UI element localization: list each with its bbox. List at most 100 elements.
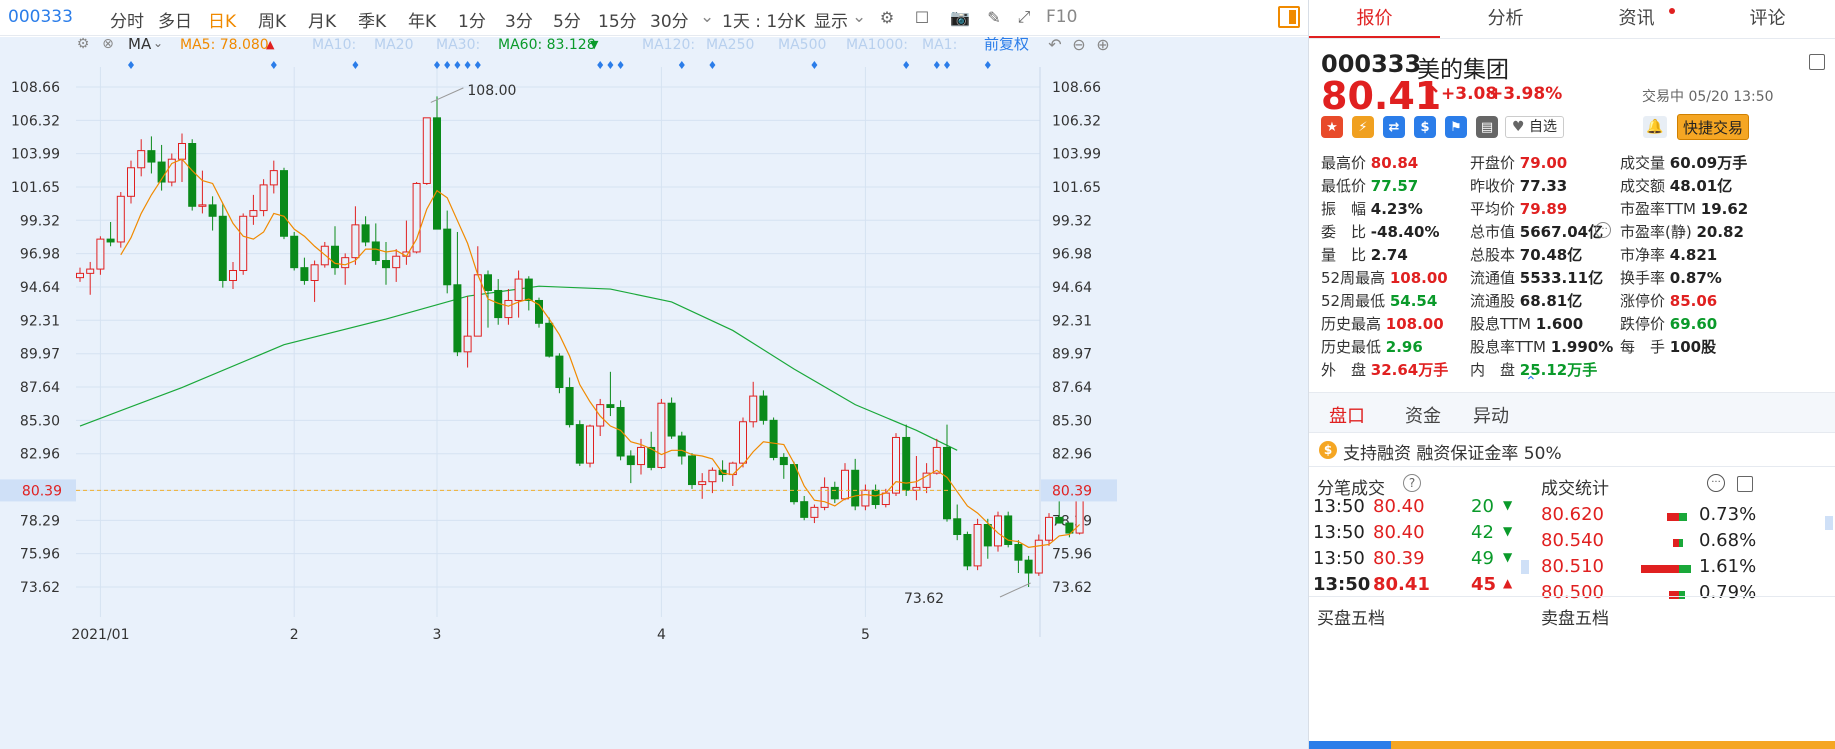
event-diamond <box>352 61 359 69</box>
quote-field: 总股本 70.48亿 <box>1470 244 1582 265</box>
event-diamond <box>444 61 451 69</box>
tab-quarterly-k[interactable]: 季K <box>358 7 386 32</box>
tab-15min[interactable]: 15分 <box>598 7 637 32</box>
camera-icon[interactable]: 📷 <box>948 6 972 28</box>
stats-scrollbar[interactable] <box>1825 516 1833 530</box>
expand-icon[interactable] <box>1737 476 1753 492</box>
trade-price: 80.40 <box>1373 496 1425 517</box>
candle-body <box>545 322 554 357</box>
period-dropdown[interactable]: 1天 : 1分K <box>722 7 805 32</box>
trade-price: 80.40 <box>1373 522 1425 543</box>
y-tick-label-left: 87.64 <box>20 380 60 396</box>
quote-field: 昨收价 77.33 <box>1470 175 1567 196</box>
trade-time: 13:50 <box>1313 574 1371 595</box>
quote-field-value: 108.00 <box>1389 269 1448 287</box>
tab-intraday[interactable]: 分时 <box>110 7 144 32</box>
quote-field-value: 20.82 <box>1696 223 1744 241</box>
chevron-down-icon[interactable]: ⌄ <box>700 7 714 27</box>
candle-body <box>626 455 635 466</box>
subtab-bar <box>1309 392 1835 432</box>
quote-field: 股息率TTM 1.990% <box>1470 336 1613 357</box>
help-icon[interactable]: ? <box>1403 474 1421 492</box>
tab-analysis[interactable]: 分析 <box>1440 0 1571 38</box>
quote-field-label: 涨停价 <box>1620 292 1670 310</box>
kline-svg[interactable]: 108.66 108.66 106.32 106.32 103.99 103.99 101.… <box>0 37 1308 749</box>
tab-multiday[interactable]: 多日 <box>158 7 192 32</box>
candle-body <box>800 501 809 518</box>
china-flag-icon[interactable]: ★ <box>1321 116 1343 138</box>
tab-3min[interactable]: 3分 <box>505 7 533 32</box>
settings-icon[interactable]: ⚙ <box>875 6 899 28</box>
chart-panel: 000333 分时 多日 日K 周K 月K 季K 年K 1分 3分 5分 15分… <box>0 0 1308 749</box>
candle-body <box>749 395 758 423</box>
stat-bar-sell <box>1679 539 1683 547</box>
stat-pct: 1.61% <box>1699 556 1757 577</box>
tab-monthly-k[interactable]: 月K <box>308 7 336 32</box>
more-icon[interactable]: ··· <box>1595 222 1611 238</box>
quote-field: 最低价 77.57 <box>1321 175 1418 196</box>
stat-bar-sell <box>1679 513 1687 521</box>
candle-body <box>463 335 472 353</box>
quick-trade-button[interactable]: 快捷交易 <box>1677 114 1749 140</box>
quote-field-value: -48.40% <box>1370 223 1440 241</box>
trade-volume: 45 <box>1471 574 1497 595</box>
quote-field-label: 52周最低 <box>1321 292 1390 310</box>
candle-body <box>453 284 462 353</box>
stat-bar-buy <box>1667 513 1679 521</box>
tab-daily-k[interactable]: 日K <box>208 7 236 32</box>
quote-field-value: 60.09万手 <box>1669 154 1748 172</box>
chevron-down-icon[interactable]: ⌄ <box>852 7 866 27</box>
dollar-icon[interactable]: $ <box>1414 116 1436 138</box>
tab-quote[interactable]: 报价 <box>1309 0 1440 38</box>
ma1-legend: MA1: <box>922 37 957 53</box>
display-dropdown[interactable]: 显示 <box>814 7 848 32</box>
watchlist-button[interactable]: ♥ 自选 <box>1505 116 1565 138</box>
quote-field-label: 委 比 <box>1321 223 1371 241</box>
candle-body <box>290 235 299 269</box>
bell-icon[interactable]: 🔔 <box>1643 116 1667 138</box>
document-icon[interactable]: ▤ <box>1476 116 1498 138</box>
chevron-up-icon[interactable]: ⌃ <box>1525 374 1537 390</box>
down-triangle-icon: ▼ <box>1503 550 1513 564</box>
quote-field-label: 股息TTM <box>1470 315 1536 333</box>
f10-button[interactable]: F10 <box>1046 7 1077 27</box>
candle-body <box>259 184 268 212</box>
y-tick-label-left: 96.98 <box>20 247 60 263</box>
y-tick-label-right: 85.30 <box>1052 413 1092 429</box>
quote-field-label: 市盈率TTM <box>1620 200 1701 218</box>
fullscreen-icon[interactable]: ⤢ <box>1012 6 1036 28</box>
stat-pct: 0.68% <box>1699 530 1757 551</box>
quote-field: 成交额 48.01亿 <box>1620 175 1732 196</box>
quote-field-label: 量 比 <box>1321 246 1371 264</box>
subtab-movement[interactable]: 异动 <box>1473 402 1509 428</box>
tab-5min[interactable]: 5分 <box>553 7 581 32</box>
subtab-depth[interactable]: 盘口 <box>1329 402 1365 428</box>
tab-yearly-k[interactable]: 年K <box>408 7 436 32</box>
more-options-icon[interactable]: ··· <box>1707 474 1725 492</box>
y-tick-label-left: 89.97 <box>20 347 60 363</box>
tab-comments[interactable]: 评论 <box>1702 0 1833 38</box>
tab-news[interactable]: 资讯 <box>1571 0 1702 38</box>
candle-body <box>86 268 95 274</box>
tab-weekly-k[interactable]: 周K <box>258 7 286 32</box>
down-triangle-icon: ▼ <box>1503 498 1513 512</box>
candle-body <box>708 469 717 483</box>
kline-chart[interactable]: 108.66 108.66 106.32 106.32 103.99 103.99 101.… <box>0 37 1308 749</box>
quote-field-value: 68.81亿 <box>1519 292 1583 310</box>
x-tick-label: 4 <box>657 627 666 643</box>
panel-menu-icon[interactable] <box>1809 54 1825 70</box>
sell-pressure-bar <box>1391 741 1835 749</box>
transfer-icon[interactable]: ⇄ <box>1383 116 1405 138</box>
lightning-icon[interactable]: ⚡ <box>1352 116 1374 138</box>
layout-box-icon[interactable]: ☐ <box>910 6 934 28</box>
panel-toggle-icon[interactable] <box>1278 6 1300 28</box>
sell-five-title: 卖盘五档 <box>1541 609 1609 629</box>
tab-1min[interactable]: 1分 <box>458 7 486 32</box>
tab-30min[interactable]: 30分 <box>650 7 689 32</box>
tag-icon[interactable]: ⚑ <box>1445 116 1467 138</box>
candle-body <box>76 272 84 279</box>
pencil-icon[interactable]: ✎ <box>982 6 1006 28</box>
trades-scrollbar[interactable] <box>1521 560 1529 574</box>
stock-code[interactable]: 000333 <box>8 7 73 27</box>
subtab-capital[interactable]: 资金 <box>1405 402 1441 428</box>
